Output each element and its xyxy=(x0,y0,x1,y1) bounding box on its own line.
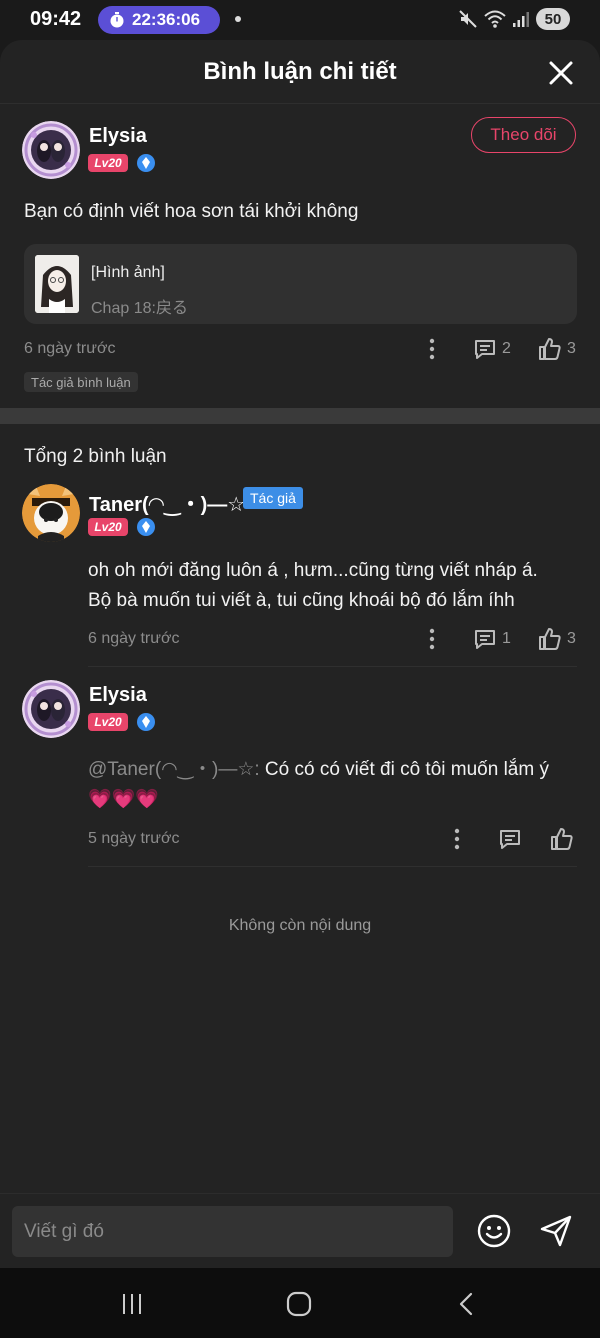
chapter-reference-card[interactable]: [Hình ảnh] Chap 18:戻る xyxy=(24,244,577,324)
mention-link[interactable]: @Taner(◠‿・)—☆: xyxy=(88,759,260,780)
like-count: 3 xyxy=(567,340,576,357)
reply-time: 5 ngày trước xyxy=(88,830,180,847)
reply-button[interactable] xyxy=(498,827,522,851)
comment-icon xyxy=(500,830,520,849)
home-icon[interactable] xyxy=(285,1290,313,1318)
more-options-icon[interactable] xyxy=(427,337,437,361)
comment-time: 6 ngày trước xyxy=(24,340,116,357)
avatar[interactable] xyxy=(22,484,80,542)
send-icon[interactable] xyxy=(538,1213,574,1249)
battery-icon: 50 xyxy=(536,8,570,30)
follow-button[interactable]: Theo dõi xyxy=(471,117,576,153)
reply-text: @Taner(◠‿・)—☆: Có có có viết đi cô tôi m… xyxy=(88,755,578,815)
like-button[interactable]: 3 xyxy=(538,627,576,651)
username[interactable]: Elysia xyxy=(89,125,147,148)
notification-dot xyxy=(235,16,241,22)
signal-icon xyxy=(513,12,529,27)
verified-gem-icon xyxy=(137,713,155,731)
verified-gem-icon xyxy=(137,518,155,536)
close-icon[interactable] xyxy=(548,60,574,86)
reply-text-line: oh oh mới đăng luôn á , hưm...cũng từng … xyxy=(88,560,538,581)
stopwatch-icon xyxy=(110,12,124,28)
comment-detail-sheet: Bình luận chi tiết Elysia Lv20 Theo dõi … xyxy=(0,40,600,1268)
reference-chapter: Chap 18:戻る xyxy=(91,300,188,317)
author-tag: Tác giả xyxy=(243,487,303,509)
avatar-image xyxy=(22,484,80,542)
level-badge: Lv20 xyxy=(88,154,128,172)
reply-separator xyxy=(88,866,577,867)
total-comments-label: Tổng 2 bình luận xyxy=(24,446,167,467)
reference-title: [Hình ảnh] xyxy=(91,264,165,281)
sheet-header: Bình luận chi tiết xyxy=(0,40,600,104)
back-icon[interactable] xyxy=(453,1290,481,1318)
page-title: Bình luận chi tiết xyxy=(203,58,397,85)
like-button[interactable]: 3 xyxy=(538,337,576,361)
timer-text: 22:36:06 xyxy=(132,10,201,29)
heart-emojis: 💗💗💗 xyxy=(88,789,159,810)
reply-time: 6 ngày trước xyxy=(88,630,180,647)
thumbs-up-icon xyxy=(539,338,561,360)
reply-count-button[interactable]: 1 xyxy=(473,627,511,651)
reply-count: 1 xyxy=(502,630,511,647)
end-of-content-label: Không còn nội dung xyxy=(228,917,372,934)
recent-apps-icon[interactable] xyxy=(118,1290,146,1318)
level-badge: Lv20 xyxy=(88,518,128,536)
comment-text: Bạn có định viết hoa sơn tái khởi không xyxy=(24,201,359,222)
emoji-icon[interactable] xyxy=(477,1214,511,1248)
avatar-image xyxy=(22,680,80,738)
comment-input-bar xyxy=(0,1193,600,1268)
timer-pill[interactable]: 22:36:06 xyxy=(98,6,220,34)
author-comment-chip: Tác giả bình luận xyxy=(24,372,138,392)
verified-gem-icon xyxy=(137,154,155,172)
thumbs-up-icon xyxy=(539,628,561,650)
username[interactable]: Taner(◠‿・)—☆ xyxy=(89,488,245,517)
system-nav-bar xyxy=(0,1268,600,1338)
status-bar: 09:42 22:36:06 50 xyxy=(0,0,600,40)
level-badge: Lv20 xyxy=(88,713,128,731)
avatar[interactable] xyxy=(22,680,80,738)
reply-count: 2 xyxy=(502,340,511,357)
comment-input[interactable] xyxy=(12,1206,453,1257)
status-icons: 50 xyxy=(458,8,570,30)
section-divider xyxy=(0,408,600,424)
like-count: 3 xyxy=(567,630,576,647)
more-options-icon[interactable] xyxy=(452,827,462,851)
reply-text: oh oh mới đăng luôn á , hưm...cũng từng … xyxy=(88,556,578,616)
reply-separator xyxy=(88,666,577,667)
mute-icon xyxy=(459,10,477,28)
reply-count-button[interactable]: 2 xyxy=(473,337,511,361)
avatar[interactable] xyxy=(22,121,80,179)
username[interactable]: Elysia xyxy=(89,684,147,707)
comment-icon xyxy=(475,340,495,359)
thumbs-up-icon xyxy=(551,828,573,850)
comment-icon xyxy=(475,630,495,649)
avatar-image xyxy=(22,121,80,179)
chapter-thumbnail xyxy=(35,255,79,313)
like-button[interactable] xyxy=(550,827,574,851)
reply-text-body: Có có có viết đi cô tôi muốn lắm ý xyxy=(259,759,549,780)
more-options-icon[interactable] xyxy=(427,627,437,651)
reply-text-line: Bộ bà muốn tui viết à, tui cũng khoái bộ… xyxy=(88,590,515,611)
wifi-icon xyxy=(484,10,506,28)
status-time: 09:42 xyxy=(30,8,82,30)
